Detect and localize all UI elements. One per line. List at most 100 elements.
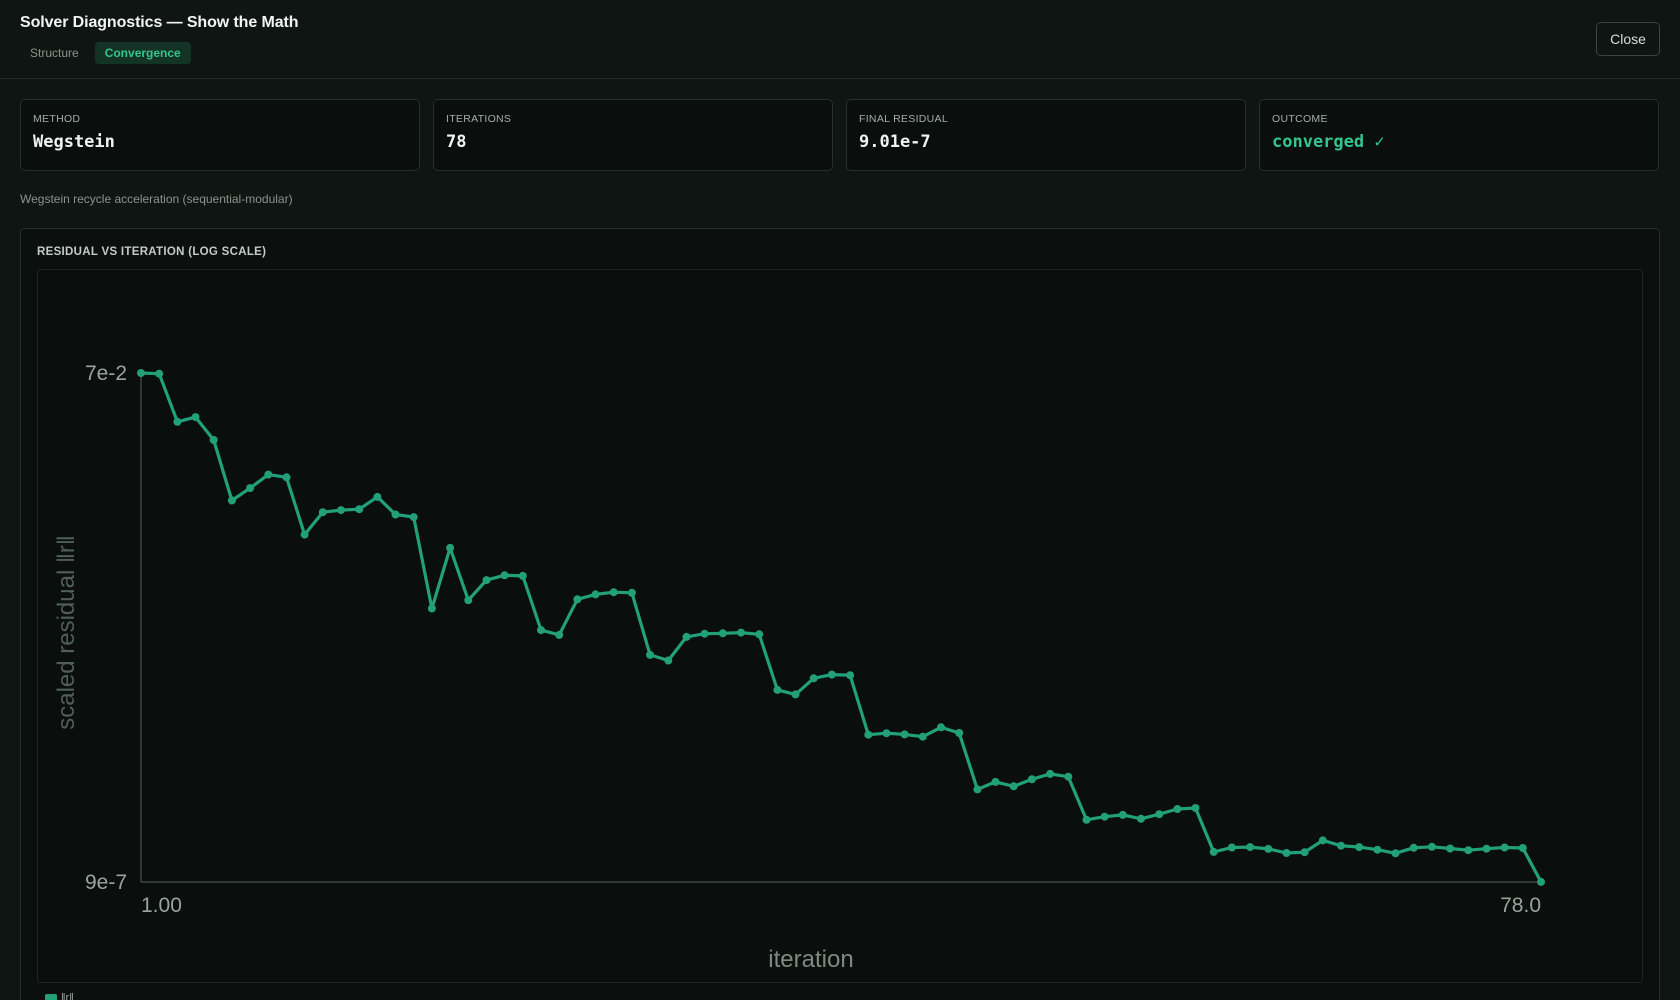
- x-tick-label: 1.00: [141, 894, 182, 917]
- stats-row: METHOD Wegstein ITERATIONS 78 FINAL RESI…: [20, 99, 1659, 171]
- data-point: [1355, 843, 1364, 852]
- data-point: [955, 729, 964, 737]
- residual-chart: 7e-2 9e-7 1.00 78.0 iteration scaled residual…: [53, 362, 1545, 973]
- data-point: [1409, 843, 1418, 852]
- data-point: [1391, 849, 1400, 858]
- data-point: [1246, 843, 1255, 852]
- data-point: [846, 671, 855, 680]
- data-point: [773, 685, 782, 694]
- data-point: [864, 730, 873, 739]
- stat-card-method: METHOD Wegstein: [20, 99, 420, 171]
- data-point: [318, 508, 327, 517]
- data-point: [1318, 836, 1327, 845]
- data-point: [1427, 842, 1436, 851]
- data-point: [1082, 815, 1091, 824]
- chart-panel: RESIDUAL VS ITERATION (LOG SCALE) 7e-2 9e…: [20, 228, 1660, 1000]
- data-point: [137, 369, 145, 377]
- stat-value: 9.01e-7: [859, 132, 931, 152]
- data-point: [300, 530, 309, 539]
- outcome-status: converged ✓: [1272, 132, 1385, 152]
- data-point: [173, 417, 182, 426]
- data-point: [1300, 848, 1309, 857]
- data-point: [627, 588, 636, 597]
- data-point: [464, 596, 473, 605]
- stat-value: 78: [446, 132, 467, 152]
- data-point: [1446, 844, 1455, 853]
- close-button[interactable]: Close: [1596, 22, 1660, 56]
- data-point: [973, 785, 982, 794]
- data-point: [918, 732, 927, 741]
- data-point: [518, 571, 527, 580]
- data-point: [737, 628, 745, 637]
- data-point: [1191, 804, 1200, 812]
- y-tick-label: 9e-7: [85, 871, 127, 894]
- data-point: [1264, 844, 1273, 853]
- x-axis-label: iteration: [768, 946, 853, 973]
- data-point: [337, 506, 345, 515]
- data-point: [1482, 844, 1491, 853]
- tab-convergence[interactable]: Convergence: [94, 42, 191, 64]
- data-point: [373, 492, 382, 501]
- data-point: [391, 510, 400, 519]
- data-point: [1173, 805, 1182, 813]
- data-point: [573, 595, 582, 604]
- data-point: [191, 413, 200, 422]
- data-point: [1500, 843, 1509, 852]
- data-point: [1155, 810, 1164, 819]
- data-point: [1064, 772, 1073, 781]
- data-point: [1464, 846, 1473, 855]
- data-point: [355, 505, 364, 514]
- tab-bar: Structure Convergence: [20, 42, 191, 64]
- chart-legend: ‖r‖: [45, 992, 74, 1000]
- data-point: [591, 590, 600, 599]
- data-point: [500, 571, 509, 580]
- data-point: [537, 626, 545, 635]
- stat-label: ITERATIONS: [446, 113, 512, 125]
- data-point: [1137, 814, 1145, 823]
- data-point: [937, 723, 945, 732]
- tab-structure[interactable]: Structure: [20, 42, 89, 64]
- data-point: [700, 629, 709, 638]
- data-point: [1100, 812, 1109, 821]
- stat-label: FINAL RESIDUAL: [859, 113, 948, 125]
- data-point: [718, 629, 727, 638]
- data-point: [609, 588, 618, 597]
- data-point: [482, 576, 491, 585]
- data-point: [1046, 769, 1055, 778]
- data-point: [827, 670, 836, 679]
- dialog-title: Solver Diagnostics — Show the Math: [20, 14, 299, 31]
- stat-label: METHOD: [33, 113, 81, 125]
- data-point: [682, 632, 691, 641]
- data-point: [409, 513, 418, 522]
- data-point: [1009, 782, 1018, 791]
- data-point: [1518, 844, 1527, 852]
- data-point: [755, 630, 764, 639]
- chart-panel-title: RESIDUAL VS ITERATION (LOG SCALE): [37, 246, 267, 258]
- data-point: [1118, 810, 1127, 819]
- stat-label: OUTCOME: [1272, 113, 1328, 125]
- data-point: [882, 729, 891, 738]
- legend-label: ‖r‖: [61, 992, 74, 1000]
- x-tick-label: 78.0: [1500, 894, 1541, 917]
- data-point: [1282, 849, 1291, 857]
- data-point: [1373, 845, 1382, 854]
- data-point: [1337, 841, 1345, 850]
- data-point: [446, 543, 455, 552]
- data-point: [1027, 775, 1036, 784]
- stat-card-iterations: ITERATIONS 78: [433, 99, 833, 171]
- data-point: [791, 690, 800, 699]
- data-point: [900, 730, 909, 739]
- data-point: [1227, 843, 1236, 852]
- y-tick-label: 7e-2: [85, 362, 127, 385]
- data-point: [209, 436, 218, 444]
- data-point: [227, 496, 236, 505]
- stat-value: Wegstein: [33, 132, 115, 152]
- dialog-header: Solver Diagnostics — Show the Math Struc…: [0, 0, 1680, 79]
- data-point: [555, 630, 564, 639]
- method-description: Wegstein recycle acceleration (sequentia…: [20, 192, 293, 206]
- data-point: [809, 674, 818, 683]
- data-point: [282, 473, 291, 482]
- y-axis-label: scaled residual ‖r‖: [53, 535, 80, 730]
- data-point: [427, 604, 436, 613]
- chart-area: 7e-2 9e-7 1.00 78.0 iteration scaled residual…: [37, 269, 1643, 983]
